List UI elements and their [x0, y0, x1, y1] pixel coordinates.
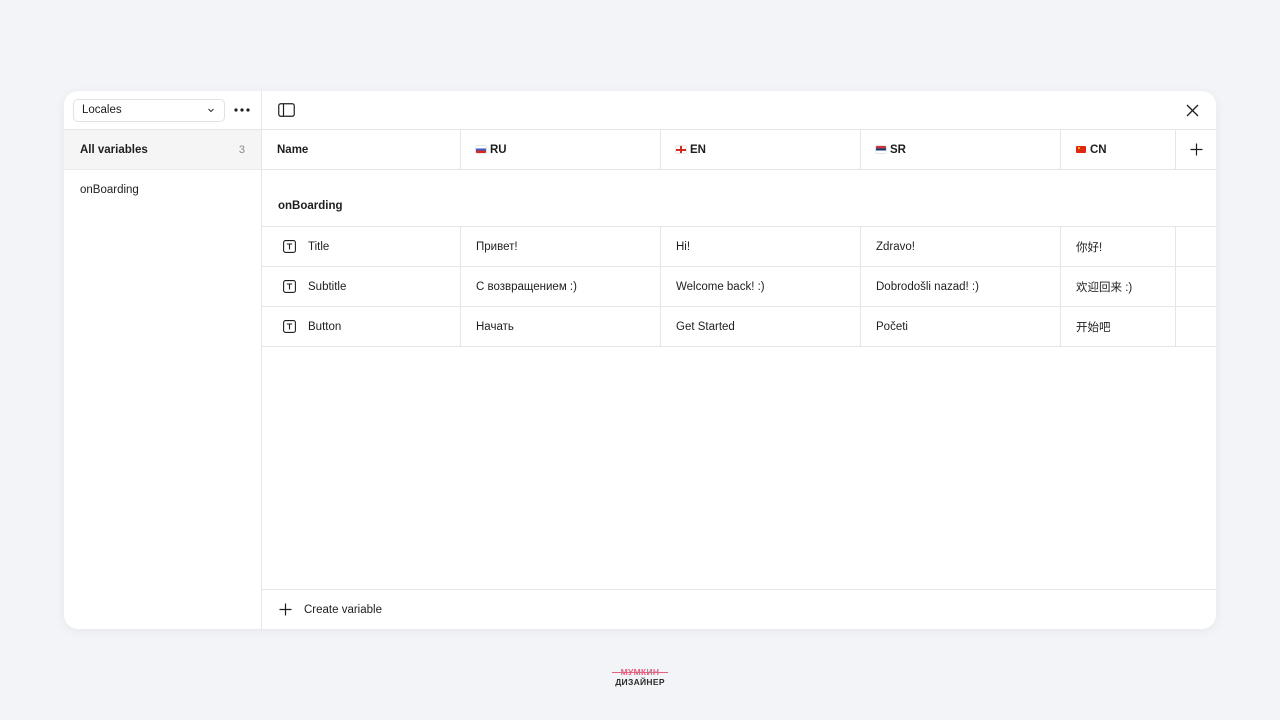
close-icon[interactable]	[1182, 100, 1202, 120]
text-type-icon	[282, 280, 296, 294]
sidebar-item-onboarding[interactable]: onBoarding	[64, 170, 261, 210]
value-cell-ru[interactable]: Привет!	[461, 227, 661, 266]
value-cell-en[interactable]: Welcome back! :)	[661, 267, 861, 306]
group-label: All variables	[80, 143, 148, 156]
column-header-cn[interactable]: CN	[1061, 130, 1176, 169]
cell-value: 欢迎回来 :)	[1076, 281, 1133, 294]
group-section-title: onBoarding	[278, 200, 343, 212]
group-label: onBoarding	[80, 184, 139, 196]
variable-name-cell[interactable]: Title	[262, 227, 461, 266]
cell-value: Početi	[876, 320, 908, 333]
plus-icon	[1190, 143, 1202, 156]
table-row[interactable]: Subtitle С возвращением :) Welcome back!…	[262, 267, 1216, 307]
column-header-sr[interactable]: SR	[861, 130, 1061, 169]
value-cell-sr[interactable]: Dobrodošli nazad! :)	[861, 267, 1061, 306]
column-header-label: EN	[690, 143, 706, 156]
value-cell-sr[interactable]: Početi	[861, 307, 1061, 346]
column-header-label: Name	[277, 143, 309, 156]
variable-name: Button	[308, 320, 342, 333]
value-cell-ru[interactable]: Начать	[461, 307, 661, 346]
empty-cell	[1176, 227, 1216, 266]
china-flag-icon	[1076, 146, 1086, 153]
chevron-down-icon	[206, 105, 216, 115]
table-row[interactable]: Button Начать Get Started Početi 开始吧	[262, 307, 1216, 347]
column-header-label: RU	[490, 143, 507, 156]
column-header-en[interactable]: EN	[661, 130, 861, 169]
sidebar-item-all-variables[interactable]: All variables 3	[64, 130, 261, 170]
empty-cell	[1176, 307, 1216, 346]
column-header-label: SR	[890, 143, 906, 156]
value-cell-cn[interactable]: 你好!	[1061, 227, 1176, 266]
variable-name-cell[interactable]: Button	[262, 307, 461, 346]
text-type-icon	[282, 320, 296, 334]
collection-select-label: Locales	[82, 104, 122, 116]
watermark-logo: МУМКИН ДИЗАЙНЕР	[612, 667, 668, 689]
empty-cell	[1176, 267, 1216, 306]
serbia-flag-icon	[876, 146, 886, 153]
table-row[interactable]: Title Привет! Hi! Zdravo! 你好!	[262, 227, 1216, 267]
variables-table-panel: Name RU EN SR CN onBoarding Title Привет…	[262, 91, 1216, 629]
cell-value: Dobrodošli nazad! :)	[876, 280, 979, 293]
column-header-name: Name	[262, 130, 461, 169]
variable-name-cell[interactable]: Subtitle	[262, 267, 461, 306]
cell-value: Hi!	[676, 240, 691, 253]
variables-window: Locales All variables 3 onBoarding Name …	[64, 91, 1216, 629]
cell-value: Get Started	[676, 320, 735, 333]
panel-toolbar	[262, 91, 1216, 130]
value-cell-cn[interactable]: 开始吧	[1061, 307, 1176, 346]
sidebar: Locales All variables 3 onBoarding	[64, 91, 262, 629]
plus-icon	[278, 603, 292, 617]
cell-value: 开始吧	[1076, 321, 1111, 334]
cell-value: Welcome back! :)	[676, 280, 765, 293]
value-cell-en[interactable]: Get Started	[661, 307, 861, 346]
value-cell-sr[interactable]: Zdravo!	[861, 227, 1061, 266]
cell-value: Начать	[476, 320, 514, 333]
table-header-row: Name RU EN SR CN	[262, 130, 1216, 170]
more-options-icon[interactable]	[230, 98, 254, 122]
sidebar-header: Locales	[64, 91, 261, 130]
cell-value: С возвращением :)	[476, 280, 577, 293]
column-header-ru[interactable]: RU	[461, 130, 661, 169]
cell-value: 你好!	[1076, 241, 1103, 254]
group-count: 3	[238, 143, 245, 156]
cell-value: Привет!	[476, 240, 518, 253]
text-type-icon	[282, 240, 296, 254]
variable-name: Subtitle	[308, 280, 347, 293]
column-header-label: CN	[1090, 143, 1107, 156]
variable-name: Title	[308, 240, 330, 253]
create-variable-label: Create variable	[304, 603, 382, 616]
sidebar-toggle-icon[interactable]	[276, 100, 296, 120]
create-variable-button[interactable]: Create variable	[262, 589, 1216, 629]
group-section-label: onBoarding	[262, 170, 1216, 227]
cell-value: Zdravo!	[876, 240, 915, 253]
value-cell-cn[interactable]: 欢迎回来 :)	[1061, 267, 1176, 306]
collection-select[interactable]: Locales	[73, 98, 225, 122]
value-cell-ru[interactable]: С возвращением :)	[461, 267, 661, 306]
watermark-line: МУМКИН	[612, 667, 668, 677]
russia-flag-icon	[476, 146, 486, 153]
watermark-line: ДИЗАЙНЕР	[615, 677, 665, 687]
england-flag-icon	[676, 146, 686, 153]
add-mode-button[interactable]	[1176, 130, 1216, 169]
value-cell-en[interactable]: Hi!	[661, 227, 861, 266]
